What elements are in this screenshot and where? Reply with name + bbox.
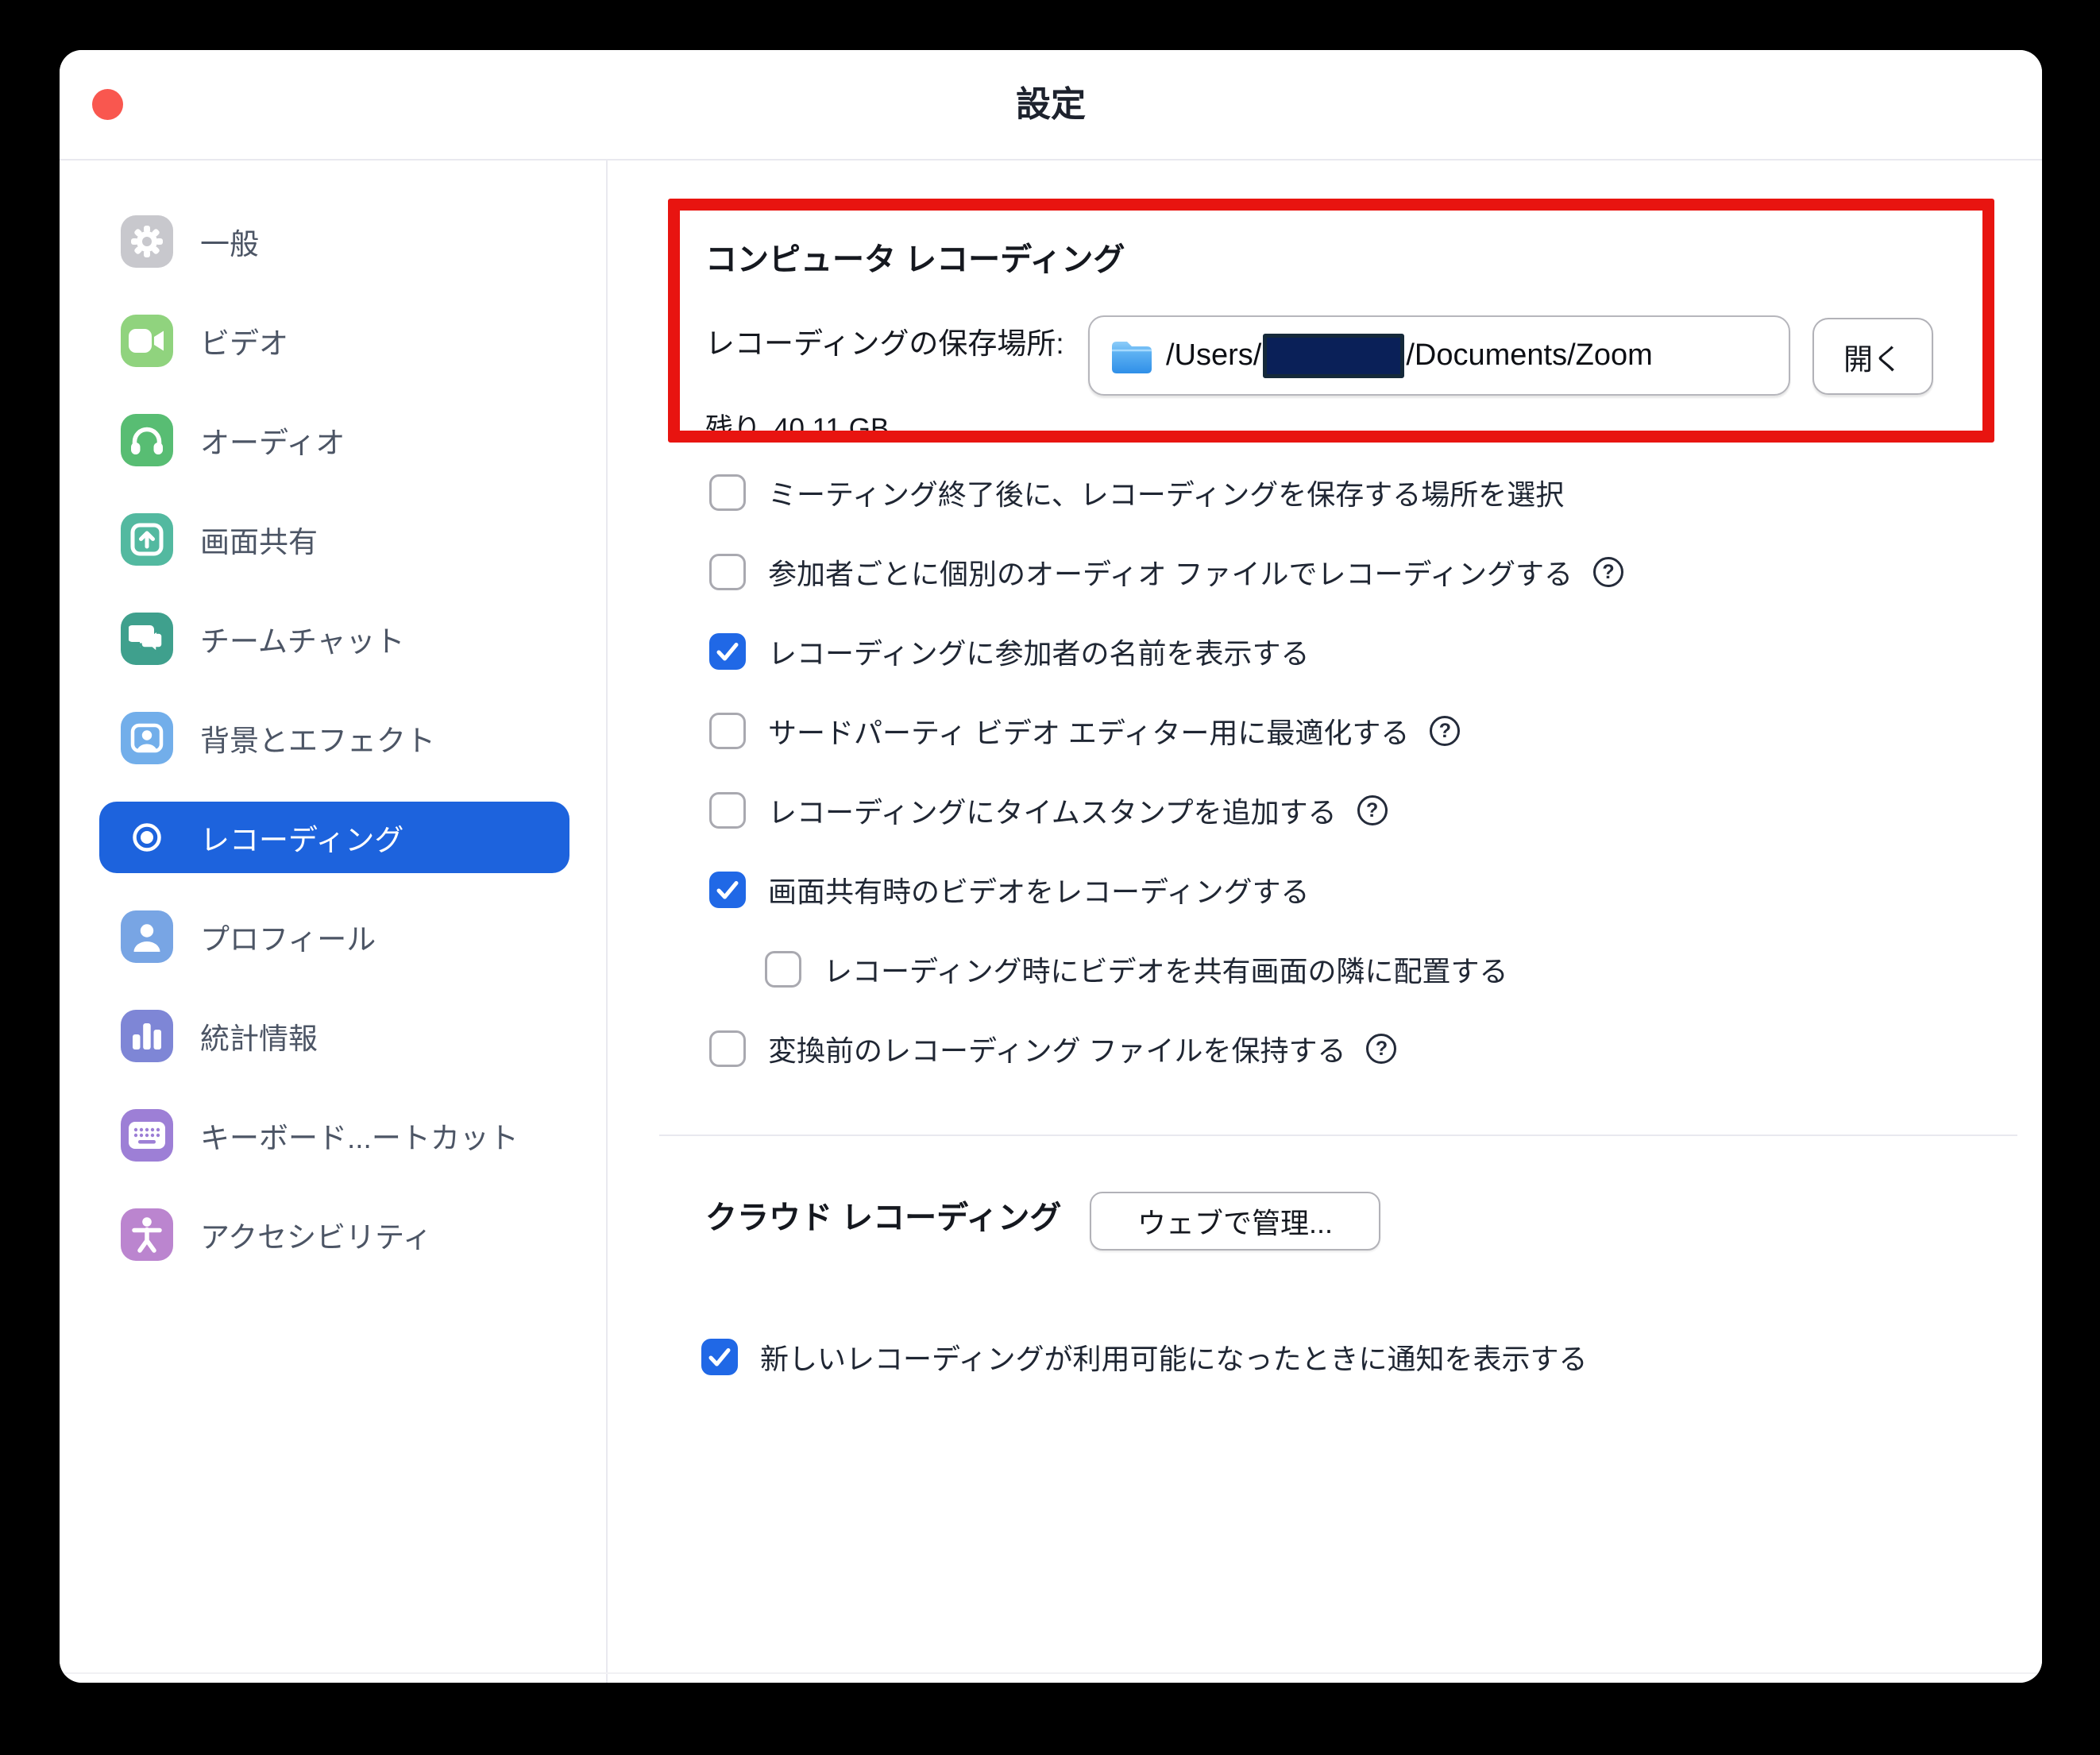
checkbox[interactable] xyxy=(709,474,746,511)
team-chat-icon xyxy=(121,613,173,665)
window-title: 設定 xyxy=(60,50,2042,159)
option-label: 新しいレコーディングが利用可能になったときに通知を表示する xyxy=(760,1336,1587,1378)
background-effects-icon xyxy=(121,712,173,764)
option-label: レコーディングに参加者の名前を表示する xyxy=(768,631,1309,672)
recording-path-field[interactable]: /Users/ /Documents/Zoom xyxy=(1088,315,1790,396)
screen-share-icon xyxy=(121,513,173,566)
option-label: 変換前のレコーディング ファイルを保持する xyxy=(768,1028,1345,1069)
path-suffix: /Documents/Zoom xyxy=(1406,338,1652,373)
sidebar-item-label: ビデオ xyxy=(200,319,288,362)
checkbox[interactable] xyxy=(765,951,801,988)
path-prefix: /Users/ xyxy=(1166,338,1261,373)
title-bar: 設定 xyxy=(60,50,2042,160)
manage-on-web-button[interactable]: ウェブで管理... xyxy=(1090,1192,1380,1251)
sidebar-item[interactable]: プロフィール xyxy=(99,901,569,972)
computer-recording-heading: コンピュータ レコーディング xyxy=(705,241,1125,279)
profile-icon xyxy=(121,910,173,963)
settings-window: 設定 一般ビデオオーディオ画面共有チームチャット背景とエフェクトレコーディングプ… xyxy=(60,50,2042,1683)
remaining-storage: 残り 40.11 GB xyxy=(705,406,889,446)
option-row: レコーディングにタイムスタンプを追加する? xyxy=(709,771,1623,850)
keyboard-icon xyxy=(121,1109,173,1162)
recording-options-list: ミーティング終了後に、レコーディングを保存する場所を選択参加者ごとに個別のオーデ… xyxy=(709,453,1623,1088)
option-label: レコーディング時にビデオを共有画面の隣に配置する xyxy=(824,949,1507,990)
notification-option: 新しいレコーディングが利用可能になったときに通知を表示する xyxy=(701,1317,1587,1397)
option-label: 参加者ごとに個別のオーディオ ファイルでレコーディングする xyxy=(768,551,1573,593)
sidebar-item[interactable]: アクセシビリティ xyxy=(99,1199,569,1270)
record-icon xyxy=(121,811,173,864)
window-bottom-seam xyxy=(60,1672,2042,1674)
sidebar-item[interactable]: 統計情報 xyxy=(99,1000,569,1072)
gear-icon xyxy=(121,215,173,268)
option-row: レコーディングに参加者の名前を表示する xyxy=(709,612,1623,691)
option-label: レコーディングにタイムスタンプを追加する xyxy=(768,790,1337,831)
sidebar-item[interactable]: ビデオ xyxy=(99,305,569,377)
sidebar-item-label: 統計情報 xyxy=(200,1015,318,1057)
help-icon[interactable]: ? xyxy=(1430,716,1460,746)
sidebar-item-label: キーボード...ートカット xyxy=(200,1114,519,1157)
redacted-username xyxy=(1263,334,1404,378)
help-icon[interactable]: ? xyxy=(1357,795,1388,825)
sidebar-item[interactable]: チームチャット xyxy=(99,603,569,675)
sidebar: 一般ビデオオーディオ画面共有チームチャット背景とエフェクトレコーディングプロフィ… xyxy=(60,160,608,1683)
option-row: サードパーティ ビデオ エディター用に最適化する? xyxy=(709,691,1623,771)
sidebar-item-label: プロフィール xyxy=(200,915,376,958)
checkbox[interactable] xyxy=(709,554,746,590)
video-icon xyxy=(121,315,173,367)
audio-icon xyxy=(121,414,173,466)
open-folder-button[interactable]: 開く xyxy=(1812,318,1933,395)
sidebar-item[interactable]: オーディオ xyxy=(99,404,569,476)
sidebar-item-label: レコーディング xyxy=(200,816,403,859)
option-row: 変換前のレコーディング ファイルを保持する? xyxy=(709,1009,1623,1088)
sidebar-item-label: 一般 xyxy=(200,220,259,263)
option-row: 参加者ごとに個別のオーディオ ファイルでレコーディングする? xyxy=(709,532,1623,612)
sidebar-item-label: チームチャット xyxy=(200,617,405,660)
option-row: 新しいレコーディングが利用可能になったときに通知を表示する xyxy=(701,1317,1587,1397)
sidebar-item-label: オーディオ xyxy=(200,419,345,462)
remaining-label: 残り xyxy=(705,413,761,444)
checkbox[interactable] xyxy=(709,872,746,908)
sidebar-item[interactable]: 画面共有 xyxy=(99,504,569,575)
option-label: ミーティング終了後に、レコーディングを保存する場所を選択 xyxy=(768,472,1564,513)
option-row: レコーディング時にビデオを共有画面の隣に配置する xyxy=(765,930,1623,1009)
help-icon[interactable]: ? xyxy=(1366,1034,1396,1064)
sidebar-item[interactable]: レコーディング xyxy=(99,802,569,873)
checkbox[interactable] xyxy=(709,1030,746,1067)
accessibility-icon xyxy=(121,1208,173,1261)
sidebar-list: 一般ビデオオーディオ画面共有チームチャット背景とエフェクトレコーディングプロフィ… xyxy=(99,206,569,1298)
checkbox[interactable] xyxy=(709,713,746,749)
remaining-value: 40.11 GB xyxy=(774,413,889,444)
statistics-icon xyxy=(121,1010,173,1062)
option-label: 画面共有時のビデオをレコーディングする xyxy=(768,869,1309,910)
sidebar-item-label: 画面共有 xyxy=(200,518,318,561)
sidebar-item-label: 背景とエフェクト xyxy=(200,717,435,760)
option-row: 画面共有時のビデオをレコーディングする xyxy=(709,850,1623,930)
cloud-recording-heading: クラウド レコーディング xyxy=(705,1199,1061,1237)
section-divider xyxy=(659,1135,2017,1136)
sidebar-item[interactable]: 背景とエフェクト xyxy=(99,702,569,774)
recording-location-label: レコーディングの保存場所: xyxy=(705,327,1064,361)
option-label: サードパーティ ビデオ エディター用に最適化する xyxy=(768,710,1409,752)
checkbox[interactable] xyxy=(709,633,746,670)
sidebar-item[interactable]: 一般 xyxy=(99,206,569,277)
sidebar-item[interactable]: キーボード...ートカット xyxy=(99,1100,569,1171)
folder-icon xyxy=(1110,338,1153,374)
sidebar-item-label: アクセシビリティ xyxy=(200,1213,432,1256)
help-icon[interactable]: ? xyxy=(1593,557,1623,587)
option-row: ミーティング終了後に、レコーディングを保存する場所を選択 xyxy=(709,453,1623,532)
checkbox[interactable] xyxy=(709,792,746,829)
close-window-button[interactable] xyxy=(92,89,123,120)
checkbox[interactable] xyxy=(701,1339,738,1375)
